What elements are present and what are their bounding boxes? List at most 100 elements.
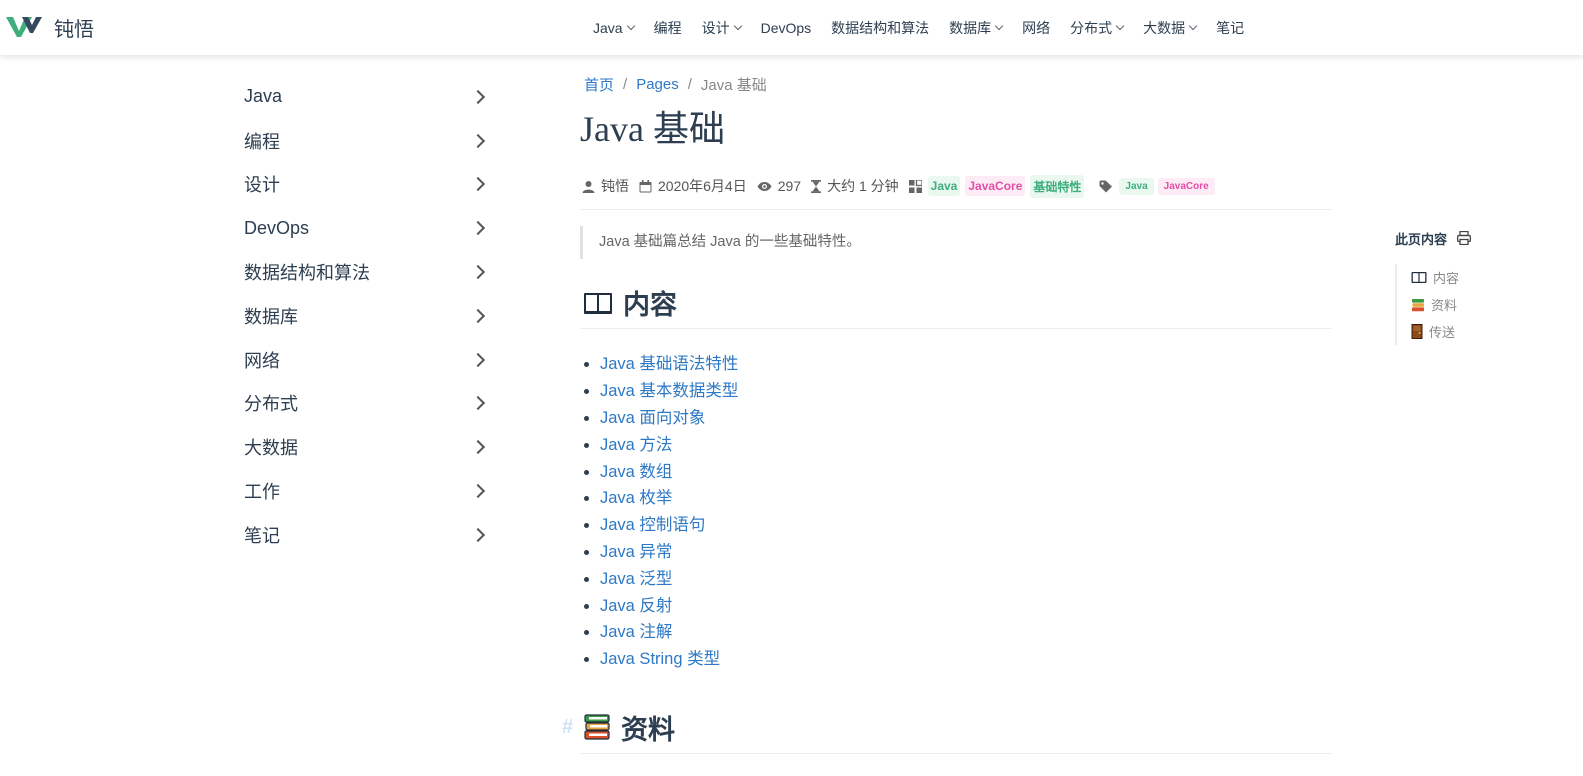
sidebar-item-label: Java [244, 86, 283, 107]
nav-bigdata[interactable]: 大数据 [1143, 18, 1198, 38]
header-anchor[interactable]: # [562, 716, 573, 739]
toc-item-portal[interactable]: 传送 [1411, 318, 1545, 345]
category-basics[interactable]: 基础特性 [1030, 174, 1085, 198]
nav-label: 数据库 [949, 19, 992, 36]
chevron-right-icon [470, 221, 486, 236]
article-link[interactable]: Java 控制语句 [600, 516, 705, 534]
breadcrumb-separator: / [623, 75, 628, 93]
toc-item-content[interactable]: 内容 [1411, 264, 1545, 291]
chevron-down-icon [626, 21, 635, 30]
navbar: 钝悟 Java 编程 设计 DevOps 数据结构和算法 数据库 网络 分布式 … [0, 0, 1583, 55]
article-link[interactable]: Java 注解 [600, 623, 672, 641]
tag-java[interactable]: Java [1119, 177, 1154, 195]
sidebar-item-work[interactable]: 工作 [244, 469, 489, 513]
chevron-right-icon [470, 308, 486, 323]
breadcrumb-separator: / [687, 75, 692, 93]
sidebar-item-label: 分布式 [244, 394, 298, 415]
chevron-down-icon [1115, 21, 1125, 30]
list-item: Java 反射 [600, 593, 1332, 620]
sidebar-item-label: DevOps [244, 217, 310, 238]
open-book-icon [1411, 272, 1427, 283]
nav-database[interactable]: 数据库 [949, 18, 1004, 38]
nav-label: 编程 [653, 19, 682, 36]
brand-link[interactable]: 钝悟 [6, 12, 94, 42]
article-link[interactable]: Java String 类型 [600, 650, 720, 668]
sidebar: Java 编程 设计 DevOps 数据结构和算法 数据库 网络 分布式 大数据… [244, 75, 489, 557]
nav-algorithms[interactable]: 数据结构和算法 [831, 18, 929, 38]
nav-design[interactable]: 设计 [701, 18, 742, 38]
list-item: Java 异常 [600, 539, 1332, 566]
sidebar-item-label: 网络 [244, 350, 280, 371]
toc-title: 此页内容 [1395, 231, 1448, 247]
list-item: Java 数组 [600, 459, 1332, 486]
toc-item-label: 资料 [1431, 298, 1458, 313]
nav-java[interactable]: Java [593, 20, 635, 36]
sidebar-item-notes[interactable]: 笔记 [244, 513, 489, 557]
print-icon[interactable] [1457, 231, 1471, 245]
publish-date: 2020年6月4日 [658, 178, 747, 194]
page-meta: 钝悟 2020年6月4日 297 大约 1 分钟 Java JavaCore 基… [580, 171, 1332, 210]
nav-label: 设计 [701, 19, 730, 36]
breadcrumb-home[interactable]: 首页 [584, 74, 614, 95]
toc-item-resources[interactable]: 资料 [1411, 291, 1545, 318]
article-link[interactable]: Java 枚举 [600, 489, 672, 507]
sidebar-item-bigdata[interactable]: 大数据 [244, 425, 489, 469]
site-logo-icon [6, 17, 42, 37]
tag-javacore[interactable]: JavaCore [1157, 177, 1215, 195]
tag-list: Java JavaCore [1099, 177, 1218, 195]
list-item: Java String 类型 [600, 646, 1332, 673]
top-nav: Java 编程 设计 DevOps 数据结构和算法 数据库 网络 分布式 大数据… [593, 0, 1244, 55]
author-info[interactable]: 钝悟 [582, 176, 629, 196]
nav-label: 大数据 [1143, 19, 1186, 36]
article-link[interactable]: Java 面向对象 [600, 409, 705, 427]
article-link[interactable]: Java 方法 [600, 436, 672, 454]
category-list: Java JavaCore 基础特性 [908, 174, 1090, 198]
chevron-down-icon [994, 21, 1004, 30]
sidebar-item-label: 数据结构和算法 [244, 263, 370, 284]
nav-programming[interactable]: 编程 [654, 18, 682, 38]
sidebar-item-distributed[interactable]: 分布式 [244, 382, 489, 426]
sidebar-item-algorithms[interactable]: 数据结构和算法 [244, 250, 489, 294]
sidebar-item-network[interactable]: 网络 [244, 338, 489, 382]
sidebar-item-label: 工作 [244, 482, 280, 503]
breadcrumb-pages[interactable]: Pages [636, 76, 679, 93]
list-item: Java 控制语句 [600, 512, 1332, 539]
views-info: 297 [757, 178, 801, 194]
list-item: Java 基本数据类型 [600, 378, 1332, 405]
sidebar-item-database[interactable]: 数据库 [244, 294, 489, 338]
article-link[interactable]: Java 异常 [600, 543, 672, 561]
open-book-icon [583, 290, 613, 316]
sidebar-item-label: 设计 [244, 175, 280, 196]
chevron-right-icon [470, 483, 486, 499]
article-link[interactable]: Java 基础语法特性 [600, 355, 738, 373]
article-link[interactable]: Java 反射 [600, 597, 672, 615]
list-item: Java 注解 [600, 619, 1332, 646]
article-link[interactable]: Java 基本数据类型 [600, 382, 738, 400]
author-name: 钝悟 [601, 178, 629, 194]
date-info: 2020年6月4日 [639, 176, 747, 196]
article-link[interactable]: Java 数组 [600, 463, 672, 481]
chevron-right-icon [470, 265, 486, 280]
sidebar-item-programming[interactable]: 编程 [244, 119, 489, 163]
nav-distributed[interactable]: 分布式 [1070, 18, 1125, 38]
eye-icon [757, 181, 772, 191]
nav-network[interactable]: 网络 [1022, 18, 1050, 38]
books-icon [1412, 298, 1424, 311]
nav-label: 数据结构和算法 [831, 19, 930, 36]
article-link[interactable]: Java 泛型 [600, 570, 672, 588]
toc-header: 此页内容 [1395, 228, 1545, 248]
sidebar-item-devops[interactable]: DevOps [244, 206, 489, 250]
category-java[interactable]: Java [927, 176, 961, 196]
chevron-right-icon [470, 177, 486, 192]
category-javacore[interactable]: JavaCore [965, 176, 1026, 196]
nav-label: DevOps [760, 19, 812, 36]
sidebar-item-java[interactable]: Java [244, 75, 489, 119]
nav-devops[interactable]: DevOps [761, 20, 812, 36]
reading-time-info: 大约 1 分钟 [811, 176, 899, 196]
nav-notes[interactable]: 笔记 [1216, 18, 1244, 38]
chevron-right-icon [470, 89, 486, 104]
door-icon [1411, 324, 1423, 339]
chevron-right-icon [470, 527, 486, 542]
sidebar-item-design[interactable]: 设计 [244, 163, 489, 207]
chevron-right-icon [470, 352, 486, 367]
